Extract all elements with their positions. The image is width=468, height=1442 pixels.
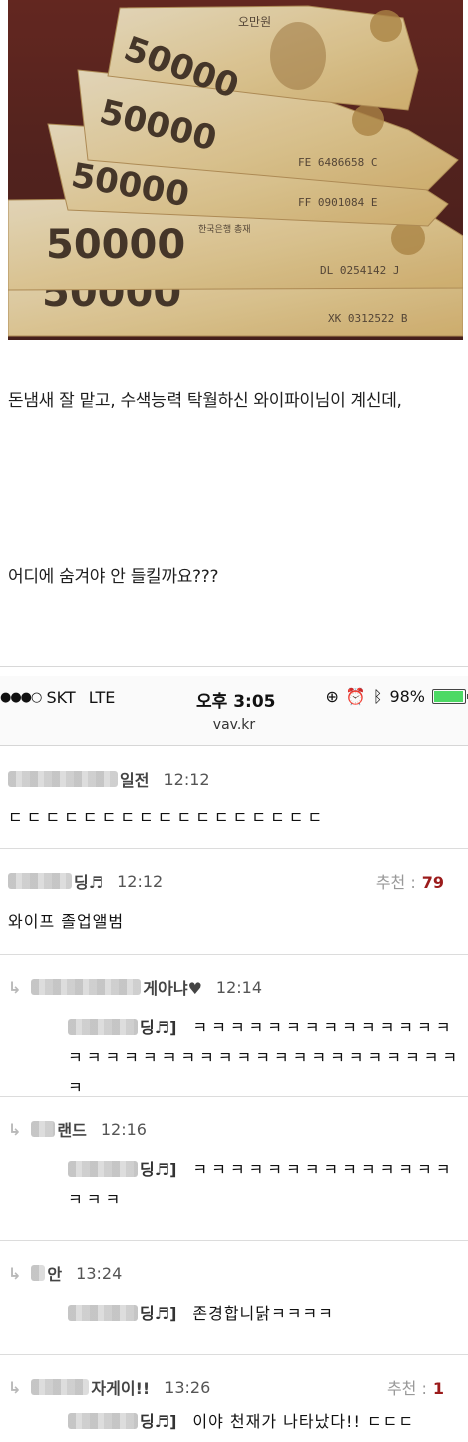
page-url[interactable]: vav.kr	[0, 717, 468, 733]
comment-time: 13:24	[76, 1263, 123, 1283]
banknotes-photo: 50000 XK 0312522 B 50000 DL 0254142 J 한국…	[8, 0, 463, 340]
section-divider	[0, 666, 468, 667]
comment-item: 딩♬ 12:12 추천 : 79 와이프 졸업앨범	[0, 849, 468, 955]
status-icons: ⊕ ⏰ ᛒ 98%	[325, 687, 468, 706]
comment-header: ↳ 랜드 12:16	[8, 1117, 147, 1141]
carrier-name: SKT	[46, 688, 76, 707]
banknotes-illustration: 50000 XK 0312522 B 50000 DL 0254142 J 한국…	[8, 0, 463, 340]
comment-nickname[interactable]: 게아냐♥	[143, 975, 202, 999]
blurred-mention	[68, 1305, 138, 1321]
comment-body: 와이프 졸업앨범	[8, 912, 125, 931]
status-time: 오후 3:05	[196, 692, 276, 712]
signal-strength-icon: ●●●○	[0, 690, 42, 705]
comment-body: 딩♬] ㅋㅋㅋㅋㅋㅋㅋㅋㅋㅋㅋㅋㅋㅋㅋㅋㅋㅋㅋㅋㅋㅋㅋㅋㅋㅋㅋㅋㅋㅋㅋㅋㅋㅋㅋㅋ	[68, 1013, 464, 1103]
comment-time: 13:26	[164, 1377, 211, 1397]
reply-arrow-icon: ↳	[8, 1119, 22, 1139]
recommend-count[interactable]: 추천 : 79	[376, 869, 444, 893]
comment-header: ↳ 안 13:24	[8, 1261, 122, 1285]
reply-mention[interactable]: 딩♬]	[140, 1160, 176, 1179]
carrier-info: ●●●○ SKT LTE	[0, 688, 115, 707]
phone-status-bar: ●●●○ SKT LTE 오후 3:05 vav.kr ⊕ ⏰ ᛒ 98%	[0, 676, 468, 746]
comment-nickname[interactable]: 자게이!!	[91, 1375, 150, 1399]
blurred-nickname	[8, 873, 72, 889]
blurred-nickname	[31, 979, 142, 995]
recommend-number: 1	[432, 1379, 444, 1398]
comment-header: ↳ 자게이!! 13:26	[8, 1375, 210, 1399]
comment-header: ↳ 게아냐♥ 12:14	[8, 975, 262, 999]
comment-header: 일전 12:12	[8, 767, 210, 791]
reply-text: 존경합니닭ㅋㅋㅋㅋ	[192, 1304, 334, 1323]
reply-arrow-icon: ↳	[8, 1263, 22, 1283]
battery-percent: 98%	[389, 687, 425, 706]
blurred-mention	[68, 1019, 138, 1035]
blurred-nickname	[31, 1265, 46, 1281]
reply-item: ↳ 안 13:24 딩♬] 존경합니닭ㅋㅋㅋㅋ	[0, 1241, 468, 1355]
bluetooth-icon: ᛒ	[372, 687, 383, 706]
recommend-label: 추천 :	[375, 873, 416, 892]
lock-rotation-icon: ⊕	[325, 687, 339, 706]
battery-icon	[432, 689, 468, 704]
blurred-nickname	[31, 1379, 90, 1395]
comment-header: 딩♬ 12:12	[8, 869, 163, 893]
comment-nickname[interactable]: 일전	[120, 767, 149, 791]
comment-body: 딩♬] 존경합니닭ㅋㅋㅋㅋ	[68, 1299, 464, 1329]
recommend-number: 79	[421, 873, 444, 892]
reply-item: ↳ 랜드 12:16 딩♬] ㅋㅋㅋㅋㅋㅋㅋㅋㅋㅋㅋㅋㅋㅋㅋㅋㅋ	[0, 1097, 468, 1241]
reply-arrow-icon: ↳	[8, 977, 22, 997]
blurred-nickname	[8, 771, 118, 787]
reply-mention[interactable]: 딩♬]	[140, 1412, 176, 1431]
recommend-label: 추천 :	[386, 1379, 427, 1398]
reply-mention[interactable]: 딩♬]	[140, 1018, 176, 1037]
comment-nickname[interactable]: 안	[47, 1261, 62, 1285]
blurred-mention	[68, 1161, 138, 1177]
comment-time: 12:12	[117, 871, 164, 891]
reply-item: ↳ 게아냐♥ 12:14 딩♬] ㅋㅋㅋㅋㅋㅋㅋㅋㅋㅋㅋㅋㅋㅋㅋㅋㅋㅋㅋㅋㅋㅋㅋㅋ…	[0, 955, 468, 1097]
caption-line-1: 돈냄새 잘 맡고, 수색능력 탁월하신 와이파이님이 계신데,	[8, 391, 402, 411]
comment-body: ㄷㄷㄷㄷㄷㄷㄷㄷㄷㄷㄷㄷㄷㄷㄷㄷㄷ	[8, 808, 327, 827]
comment-time: 12:12	[163, 769, 210, 789]
alarm-icon: ⏰	[345, 687, 366, 706]
comment-item: 일전 12:12 ㄷㄷㄷㄷㄷㄷㄷㄷㄷㄷㄷㄷㄷㄷㄷㄷㄷ	[0, 747, 468, 849]
comment-body: 딩♬] ㅋㅋㅋㅋㅋㅋㅋㅋㅋㅋㅋㅋㅋㅋㅋㅋㅋ	[68, 1155, 464, 1215]
comment-time: 12:16	[100, 1119, 147, 1139]
reply-mention[interactable]: 딩♬]	[140, 1304, 176, 1323]
reply-item: ↳ 자게이!! 13:26 추천 : 1 딩♬] 이야 천재가 나타났다!! ㄷㄷㄷ	[0, 1355, 468, 1442]
comment-nickname[interactable]: 딩♬	[74, 869, 103, 893]
reply-arrow-icon: ↳	[8, 1377, 22, 1397]
network-type: LTE	[88, 688, 116, 707]
caption-line-2: 어디에 숨겨야 안 들킬까요???	[8, 567, 219, 587]
comment-time: 12:14	[215, 977, 263, 997]
comment-nickname[interactable]: 랜드	[57, 1117, 86, 1141]
blurred-mention	[68, 1413, 138, 1429]
blurred-nickname	[31, 1121, 56, 1137]
recommend-count[interactable]: 추천 : 1	[387, 1375, 444, 1399]
comment-body: 딩♬] 이야 천재가 나타났다!! ㄷㄷㄷ	[68, 1407, 464, 1437]
reply-text: 이야 천재가 나타났다!! ㄷㄷㄷ	[192, 1412, 415, 1431]
